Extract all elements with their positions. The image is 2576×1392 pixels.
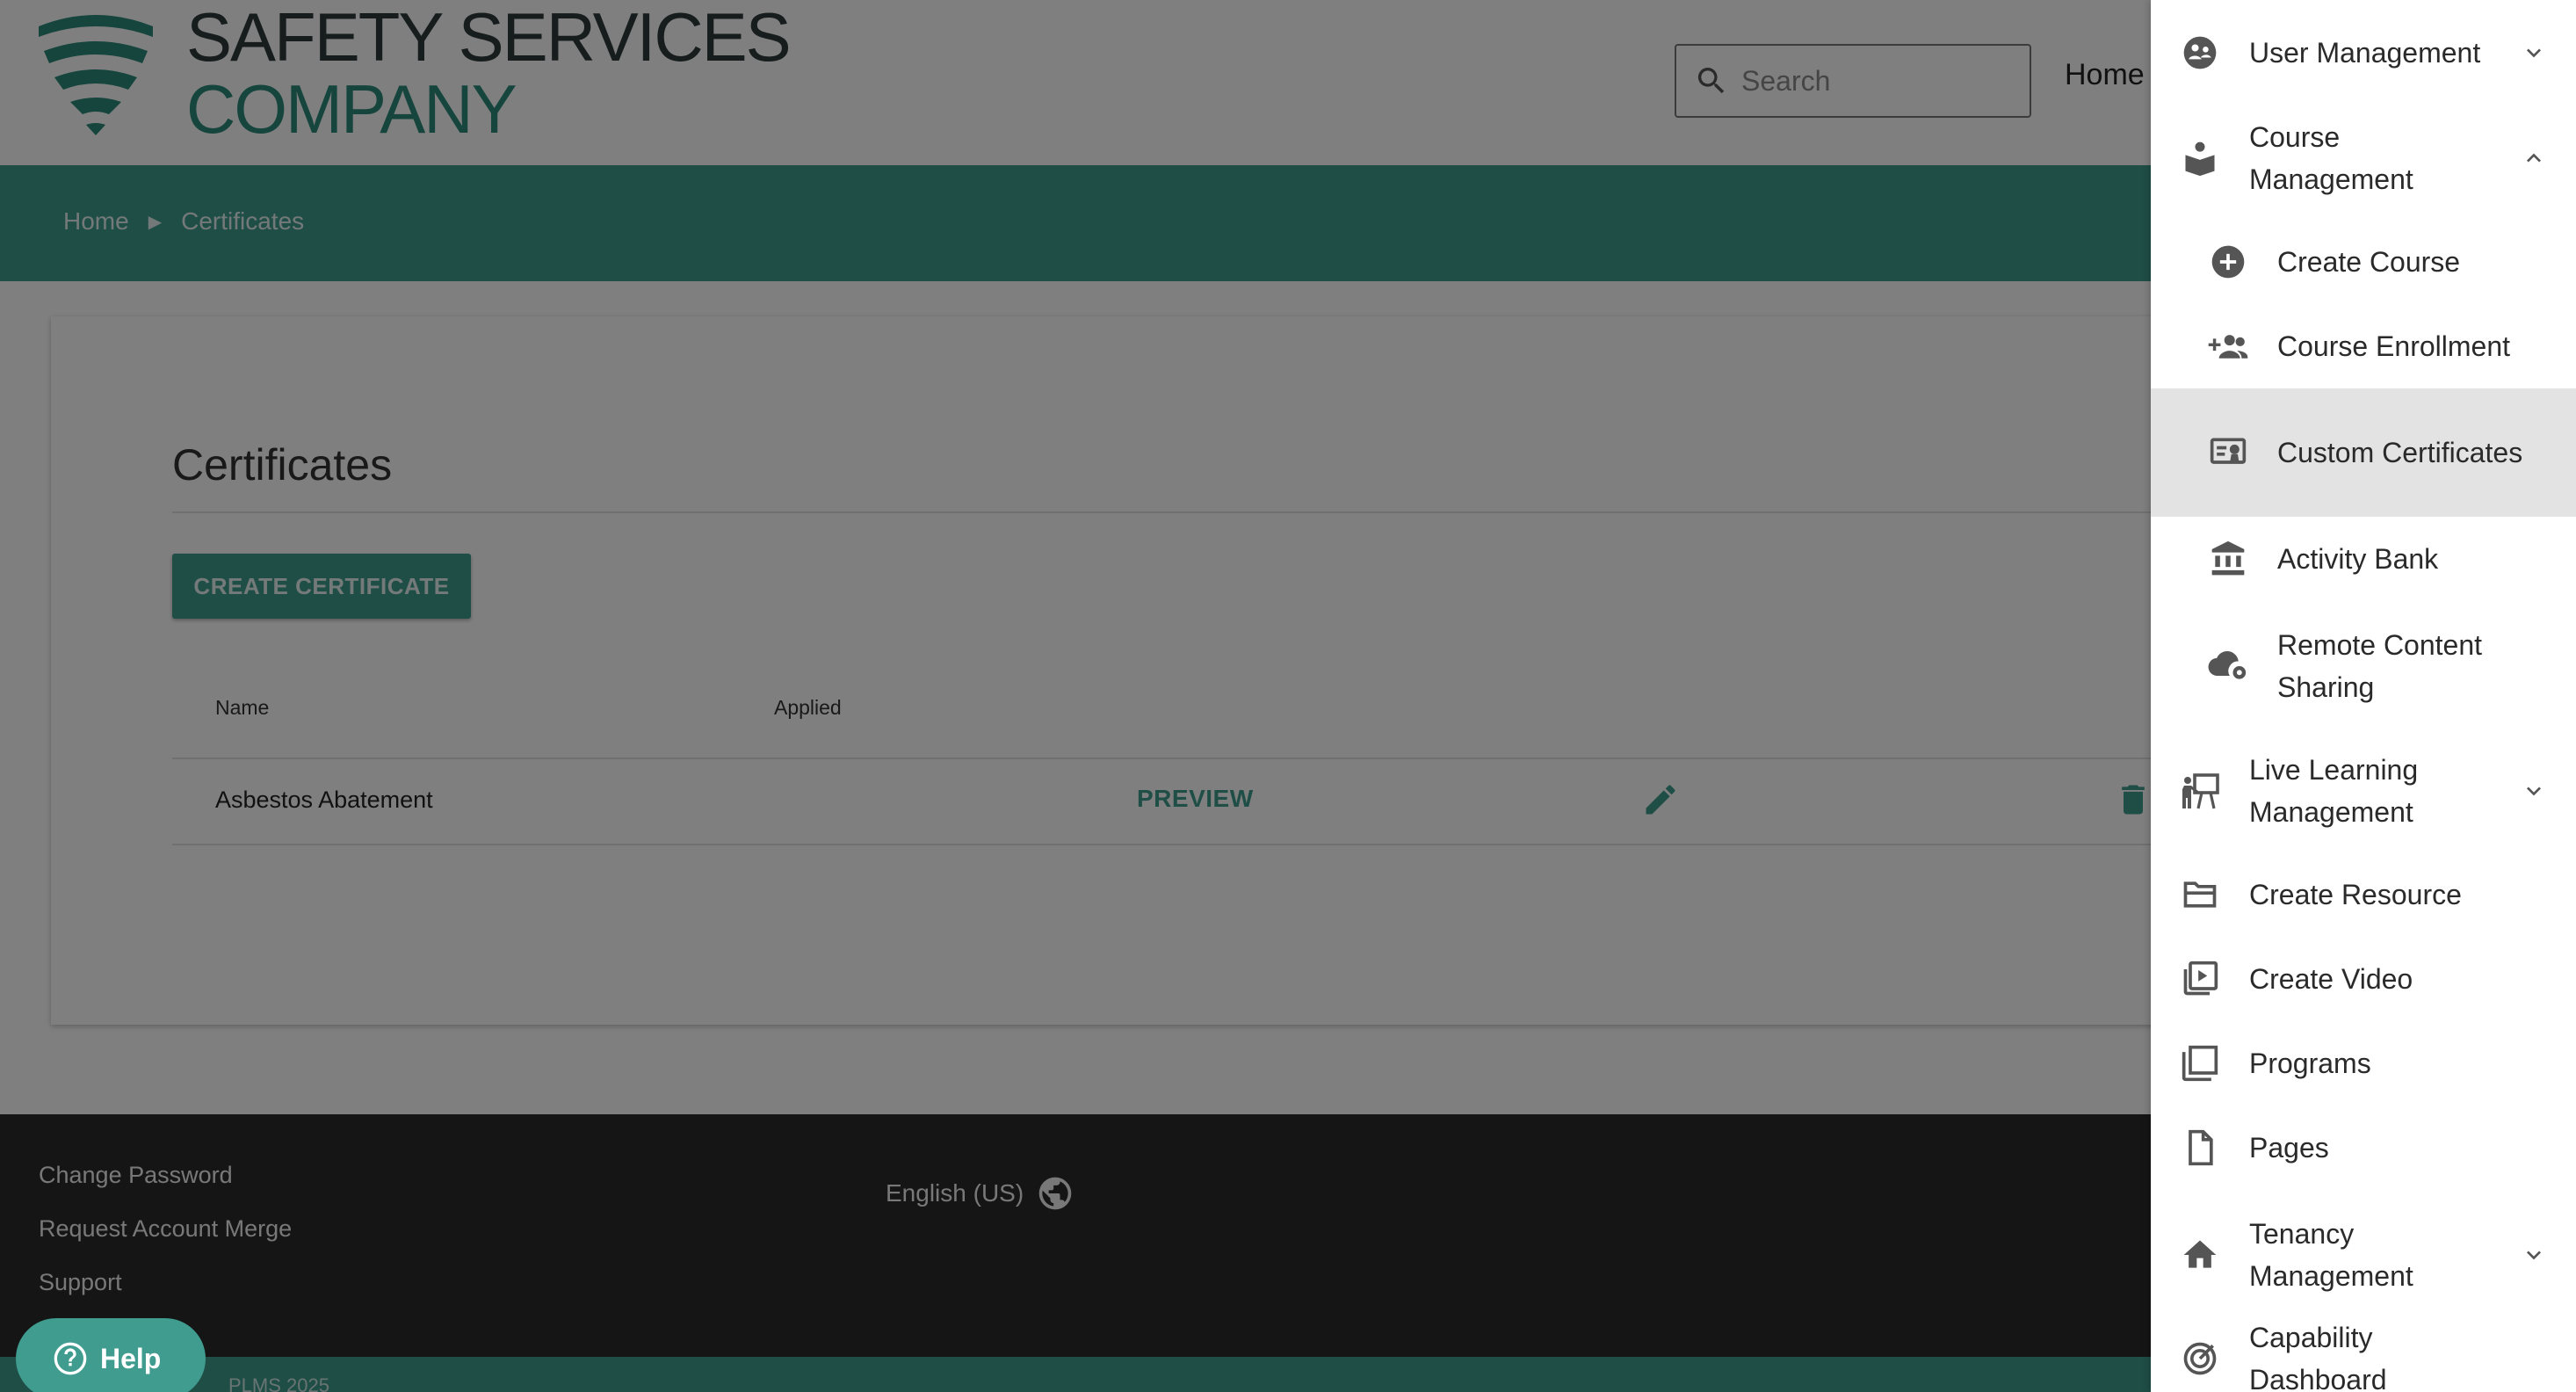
- book-reader-icon: [2179, 137, 2221, 179]
- chevron-down-icon[interactable]: [2516, 1237, 2551, 1272]
- chevron-down-icon[interactable]: [2516, 773, 2551, 808]
- certificate-icon: [2207, 431, 2249, 474]
- cloud-settings-icon: [2207, 645, 2249, 687]
- track-changes-icon: [2179, 1338, 2221, 1380]
- nav-tenancy-management[interactable]: Tenancy Management: [2151, 1211, 2576, 1299]
- group-icon: [2179, 32, 2221, 74]
- nav-label: Tenancy Management: [2249, 1218, 2413, 1292]
- admin-nav-drawer: User Management Course Management Create…: [2151, 0, 2576, 1392]
- nav-label: Activity Bank: [2277, 543, 2439, 575]
- home-icon: [2179, 1234, 2221, 1276]
- nav-remote-content-sharing[interactable]: Remote Content Sharing: [2151, 622, 2576, 710]
- nav-create-resource[interactable]: Create Resource: [2151, 852, 2576, 937]
- nav-custom-certificates[interactable]: Custom Certificates: [2151, 388, 2576, 517]
- nav-course-management[interactable]: Course Management: [2151, 114, 2576, 202]
- nav-label: Create Resource: [2249, 879, 2462, 910]
- nav-course-enrollment[interactable]: Course Enrollment: [2151, 304, 2576, 388]
- nav-label: Pages: [2249, 1132, 2329, 1164]
- nav-label: Live Learning Management: [2249, 754, 2419, 828]
- nav-label: Remote Content Sharing: [2277, 629, 2483, 703]
- help-label: Help: [100, 1342, 162, 1374]
- presenter-icon: [2179, 770, 2221, 812]
- nav-activity-bank[interactable]: Activity Bank: [2151, 517, 2576, 601]
- chevron-down-icon[interactable]: [2516, 35, 2551, 70]
- nav-label: Programs: [2249, 1048, 2371, 1079]
- nav-create-video[interactable]: Create Video: [2151, 937, 2576, 1021]
- help-icon: [54, 1342, 87, 1375]
- nav-capability-dashboard[interactable]: Capability Dashboard: [2151, 1316, 2576, 1392]
- nav-label: Custom Certificates: [2277, 437, 2523, 468]
- nav-pages[interactable]: Pages: [2151, 1106, 2576, 1190]
- nav-programs[interactable]: Programs: [2151, 1021, 2576, 1106]
- nav-create-course[interactable]: Create Course: [2151, 220, 2576, 304]
- nav-label: Create Course: [2277, 246, 2461, 278]
- nav-label: Course Enrollment: [2277, 330, 2510, 362]
- add-circle-icon: [2207, 241, 2249, 283]
- folder-open-icon: [2179, 874, 2221, 916]
- nav-user-management[interactable]: User Management: [2151, 21, 2576, 84]
- filter-none-icon: [2179, 1042, 2221, 1084]
- group-add-icon: [2207, 325, 2249, 367]
- nav-label: Course Management: [2249, 121, 2413, 195]
- nav-live-learning-management[interactable]: Live Learning Management: [2151, 747, 2576, 835]
- chevron-up-icon[interactable]: [2516, 141, 2551, 176]
- page-icon: [2179, 1127, 2221, 1169]
- nav-label: User Management: [2249, 37, 2481, 69]
- video-library-icon: [2179, 958, 2221, 1000]
- nav-label: Create Video: [2249, 963, 2413, 995]
- nav-label: Capability Dashboard: [2249, 1322, 2387, 1392]
- bank-icon: [2207, 538, 2249, 580]
- drawer-backdrop[interactable]: [0, 0, 2151, 1392]
- help-button[interactable]: Help: [16, 1318, 206, 1392]
